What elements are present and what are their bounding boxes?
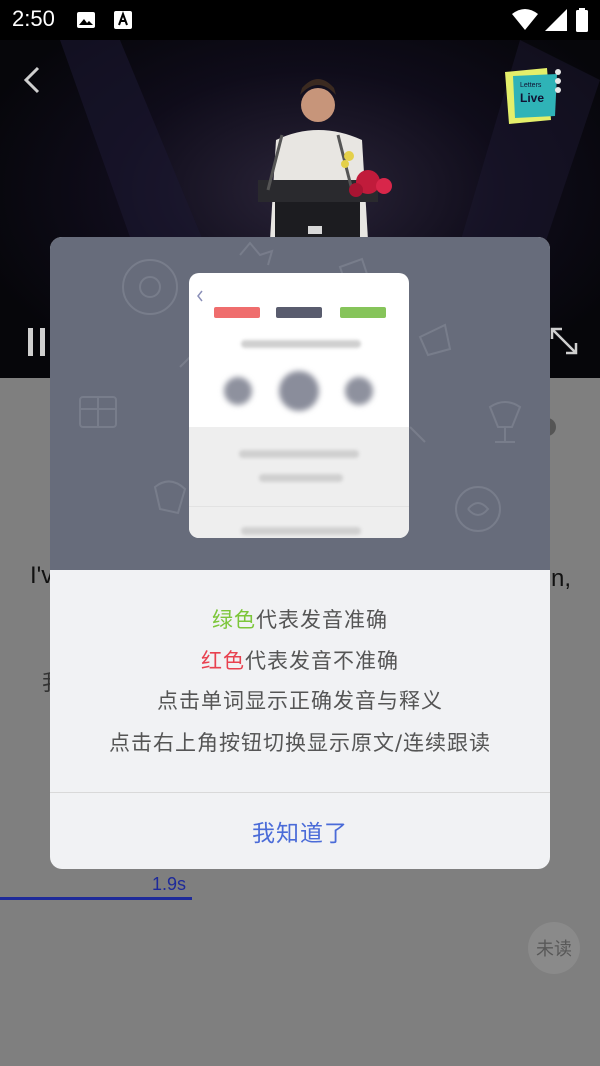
audio-progress-bar: [0, 897, 192, 900]
legend-red-line: 红色代表发音不准确: [50, 645, 550, 675]
legend-green-line: 绿色代表发音准确: [50, 604, 550, 634]
dialog-illustration: [50, 237, 550, 570]
battery-icon: [576, 8, 588, 36]
logo-text-line1: Letters: [520, 82, 542, 89]
red-description: 代表发音不准确: [245, 649, 399, 673]
preview-record-button: [279, 371, 319, 411]
back-icon[interactable]: [22, 66, 42, 98]
unread-badge[interactable]: 未读: [528, 922, 580, 974]
green-description: 代表发音准确: [256, 608, 388, 632]
green-label: 绿色: [212, 608, 256, 632]
preview-left-button: [224, 377, 252, 405]
progress-time: 1.9s: [152, 874, 187, 894]
preview-green-bar: [340, 307, 386, 318]
preview-lower-line-3: [241, 527, 361, 535]
preview-card-lower: [189, 427, 409, 538]
preview-back-icon: [196, 287, 204, 306]
preview-lower-line-2: [259, 474, 343, 482]
pause-icon[interactable]: [28, 328, 46, 360]
preview-card: [189, 273, 409, 538]
preview-right-button: [345, 377, 373, 405]
cellular-signal-icon: [545, 9, 567, 35]
preview-lower-divider: [189, 506, 409, 507]
tip-click-word: 点击单词显示正确发音与释义: [157, 689, 443, 713]
fullscreen-icon[interactable]: [550, 327, 578, 359]
letters-live-logo: Letters Live: [503, 66, 559, 126]
status-time: 2:50: [12, 6, 55, 31]
logo-text-line2: Live: [520, 91, 545, 105]
preview-dark-bar: [276, 307, 322, 318]
got-it-button[interactable]: 我知道了: [50, 793, 550, 869]
tip-toggle-mode: 点击右上角按钮切换显示原文/连续跟读: [108, 731, 492, 755]
image-notification-icon: [76, 10, 96, 34]
preview-lower-line-1: [239, 450, 359, 458]
sentence-text-end[interactable]: n,: [551, 565, 571, 593]
preview-text-line: [241, 340, 361, 348]
preview-red-bar: [214, 307, 260, 318]
status-bar: 2:50: [0, 0, 600, 40]
more-options-icon[interactable]: [554, 68, 562, 98]
unread-label: 未读: [536, 939, 572, 960]
wifi-icon: [512, 9, 538, 35]
red-label: 红色: [201, 649, 245, 673]
font-notification-icon: [114, 10, 132, 34]
tutorial-dialog: 绿色代表发音准确 红色代表发音不准确 点击单词显示正确发音与释义 点击右上角按钮…: [50, 237, 550, 869]
